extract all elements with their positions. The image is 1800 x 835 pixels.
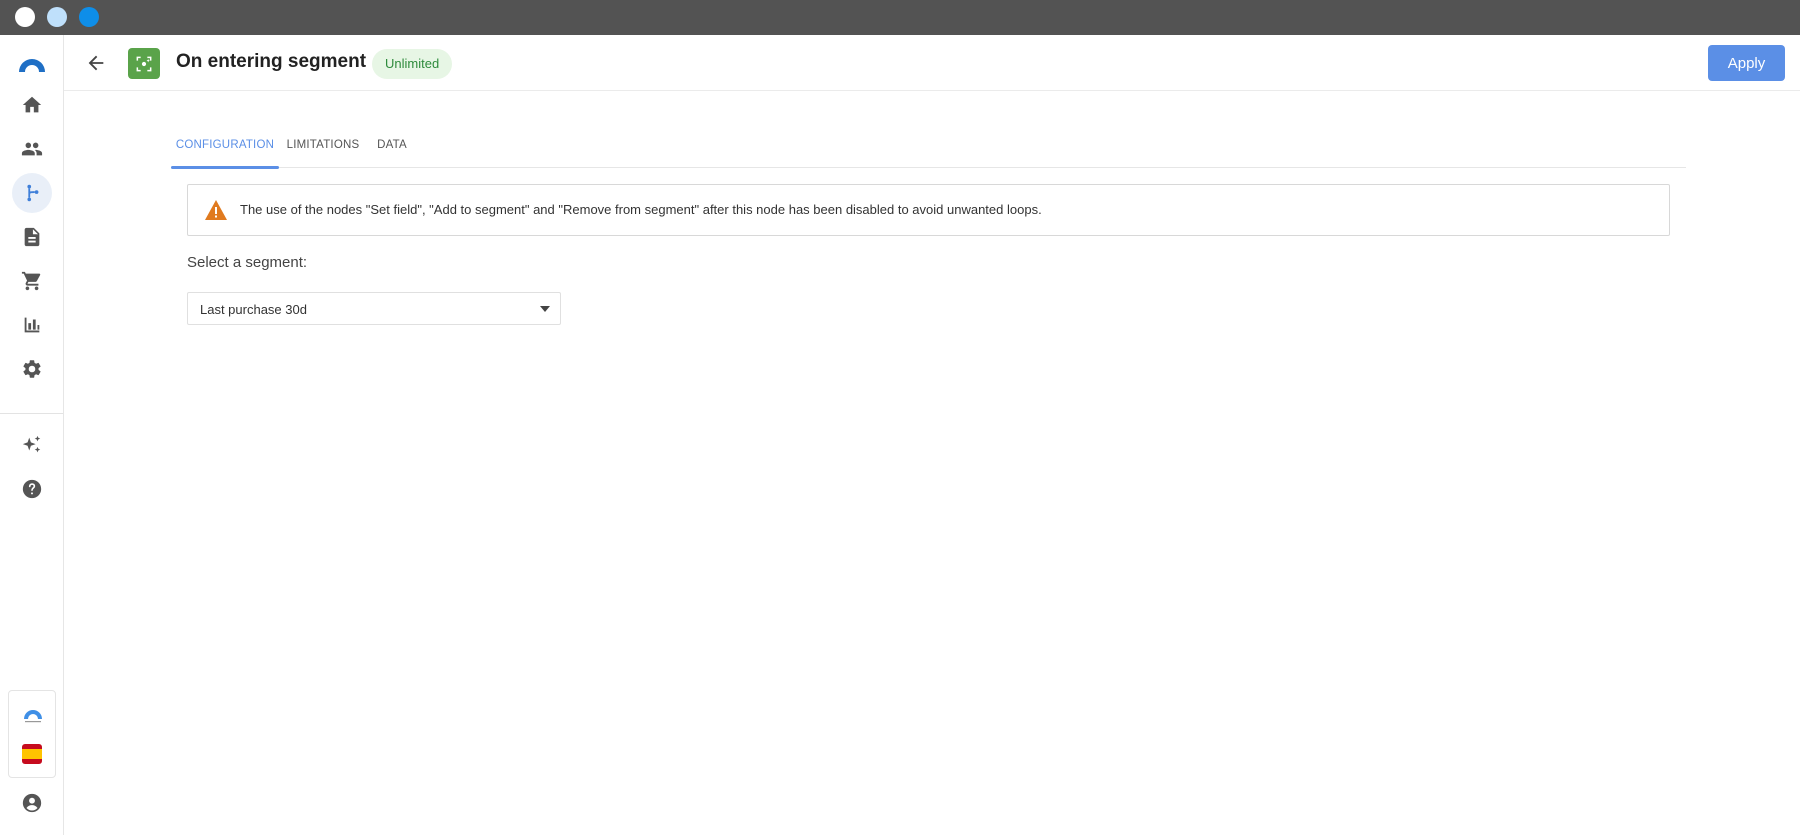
apply-button[interactable]: Apply: [1708, 45, 1785, 81]
tab-limitations-label: LIMITATIONS: [286, 139, 360, 151]
sidebar-item-reports[interactable]: [12, 305, 52, 345]
window-titlebar: [0, 0, 1800, 35]
status-badge: Unlimited: [372, 49, 453, 79]
tab-data-label: DATA: [377, 139, 407, 151]
document-icon: [24, 227, 40, 247]
flow-icon: [27, 184, 39, 202]
warning-text: The use of the nodes "Set field", "Add t…: [240, 202, 1042, 217]
arrow-left-icon: [88, 55, 104, 71]
segment-select[interactable]: Last purchase 30d: [187, 292, 561, 325]
active-tab-indicator: [171, 166, 279, 169]
sidebar-item-home[interactable]: [12, 85, 52, 125]
sidebar-item-shop[interactable]: [12, 261, 52, 301]
warning-icon: [205, 200, 227, 220]
target-sparkle-icon: [136, 56, 152, 71]
sidebar-item-automation[interactable]: [12, 173, 52, 213]
window-minimize-button[interactable]: [47, 7, 67, 27]
segment-node-icon: [128, 48, 160, 79]
sidebar: [0, 35, 64, 835]
bar-chart-icon: [24, 317, 40, 333]
people-icon: [21, 142, 43, 156]
window-close-button[interactable]: [15, 7, 35, 27]
arc-logo-small-icon: [24, 710, 42, 723]
sidebar-item-documents[interactable]: [12, 217, 52, 257]
page-header: On entering segment Unlimited Apply: [64, 35, 1800, 91]
sidebar-item-help[interactable]: [12, 469, 52, 509]
cart-icon: [21, 271, 41, 291]
tab-configuration[interactable]: CONFIGURATION: [171, 125, 279, 169]
segment-selected-value: Last purchase 30d: [200, 302, 307, 317]
warning-alert: The use of the nodes "Set field", "Add t…: [187, 184, 1670, 236]
page-title: On entering segment: [176, 51, 367, 72]
account-brand-box: [8, 690, 56, 778]
sidebar-item-ai[interactable]: [12, 425, 52, 465]
sidebar-item-contacts[interactable]: [12, 129, 52, 169]
back-button[interactable]: [82, 49, 110, 77]
brand-logo-small[interactable]: [22, 707, 44, 728]
help-icon: [22, 479, 42, 499]
sidebar-divider: [0, 413, 63, 414]
account-icon: [22, 793, 42, 813]
tab-bar: CONFIGURATION LIMITATIONS DATA: [171, 125, 1686, 169]
tab-configuration-label: CONFIGURATION: [175, 139, 275, 151]
tab-data[interactable]: DATA: [367, 125, 417, 168]
gear-icon: [23, 360, 41, 378]
window-maximize-button[interactable]: [79, 7, 99, 27]
segment-label: Select a segment:: [187, 254, 308, 271]
brand-logo[interactable]: [12, 45, 52, 85]
sidebar-item-settings[interactable]: [12, 349, 52, 389]
sidebar-item-account[interactable]: [12, 783, 52, 823]
caret-down-icon: [540, 306, 550, 312]
home-icon: [22, 96, 42, 113]
sparkle-icon: [22, 435, 41, 453]
arc-logo-icon: [19, 59, 45, 72]
spain-flag-icon[interactable]: [22, 744, 42, 764]
tab-limitations[interactable]: LIMITATIONS: [279, 125, 367, 168]
